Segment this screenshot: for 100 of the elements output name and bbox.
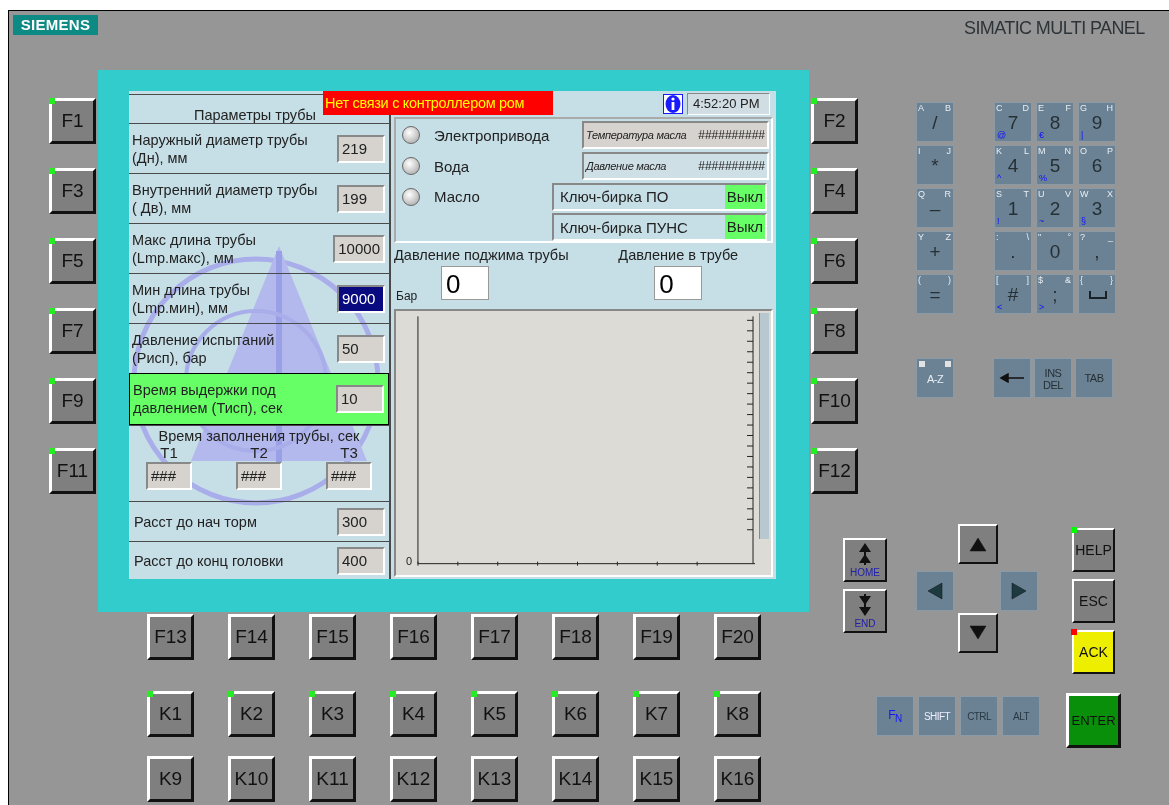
soft-key[interactable]: K3	[309, 691, 356, 737]
keypad-key[interactable]: O P 6	[1078, 145, 1116, 185]
function-key[interactable]: F8	[811, 308, 858, 354]
field-label: T3	[340, 444, 358, 462]
keypad-key[interactable]: ? _ ,	[1078, 231, 1116, 271]
keypad-key[interactable]: I J *	[916, 145, 954, 185]
space-key[interactable]: { }	[1078, 274, 1116, 314]
soft-key[interactable]: K9	[147, 756, 194, 802]
pressure-label: Давление поджима трубы	[394, 247, 569, 263]
readout-label: Давление масла	[586, 159, 667, 174]
keypad-key[interactable]: U V 2 ~	[1036, 188, 1074, 228]
input-field[interactable]: ###	[236, 462, 282, 490]
keypad-key[interactable]: K L 4 ^	[994, 145, 1032, 185]
function-key[interactable]: ESC	[1072, 579, 1115, 623]
function-key[interactable]: F12	[811, 448, 858, 494]
function-key[interactable]: F16	[390, 614, 437, 660]
clock-display: 4:52:20 PM	[687, 93, 770, 115]
case-key[interactable]: A-Z	[916, 358, 954, 398]
double-down-arrow-icon	[858, 593, 872, 618]
function-key[interactable]: F17	[471, 614, 518, 660]
keypad-key[interactable]: INS DEL	[1034, 358, 1072, 398]
function-key[interactable]: F15	[309, 614, 356, 660]
keypad-key[interactable]: TAB	[1075, 358, 1113, 398]
keypad-key[interactable]: A B /	[916, 102, 954, 142]
input-field[interactable]: 400	[337, 546, 385, 575]
input-field[interactable]: ###	[146, 462, 192, 490]
home-key[interactable]: HOME	[843, 538, 887, 582]
parameter-label: Расст до нач торм	[134, 512, 257, 531]
lamp-label: Электропривода	[434, 126, 550, 144]
end-key[interactable]: END	[843, 589, 887, 633]
keypad-key[interactable]: : \ .	[994, 231, 1032, 271]
function-key[interactable]: F20	[714, 614, 761, 660]
function-key[interactable]: F6	[811, 238, 858, 284]
function-key[interactable]: F7	[49, 308, 96, 354]
input-field[interactable]: 9000	[337, 284, 385, 313]
input-field[interactable]: ###	[326, 462, 372, 490]
keypad-key[interactable]: W X 3 §	[1078, 188, 1116, 228]
unit-label: Бар	[396, 289, 418, 303]
pressure-label: Давление в трубе	[618, 247, 739, 263]
function-key[interactable]: F1	[49, 98, 96, 144]
parameter-label: Макс длина трубы (Lmp.макс), мм	[132, 230, 256, 267]
modifier-key[interactable]: CTRL	[960, 696, 998, 736]
function-key[interactable]: F10	[811, 378, 858, 424]
keypad-key[interactable]: M N 5 %	[1036, 145, 1074, 185]
keypad-key[interactable]: ( ) =	[916, 274, 954, 314]
soft-key[interactable]: K2	[228, 691, 275, 737]
soft-key[interactable]: K7	[633, 691, 680, 737]
parameter-label: Давление испытаний (Рисп), бар	[132, 330, 275, 367]
function-key[interactable]: F5	[49, 238, 96, 284]
soft-key[interactable]: K8	[714, 691, 761, 737]
modifier-key[interactable]: SHIFT	[918, 696, 956, 736]
soft-key[interactable]: K5	[471, 691, 518, 737]
enter-key[interactable]: ENTER	[1066, 693, 1121, 748]
keypad-key[interactable]: C D 7 @	[994, 102, 1032, 142]
soft-key[interactable]: K6	[552, 691, 599, 737]
function-key[interactable]: ACK	[1072, 630, 1115, 674]
function-key[interactable]: F3	[49, 168, 96, 214]
function-key[interactable]: F18	[552, 614, 599, 660]
function-key[interactable]: F9	[49, 378, 96, 424]
keypad-key[interactable]: E F 8 €	[1036, 102, 1074, 142]
input-field[interactable]: 50	[337, 334, 385, 363]
soft-key[interactable]: K11	[309, 756, 356, 802]
function-key[interactable]: F14	[228, 614, 275, 660]
function-key[interactable]: F13	[147, 614, 194, 660]
keypad-key[interactable]: G H 9 |	[1078, 102, 1116, 142]
modifier-key[interactable]: ALT	[1002, 696, 1040, 736]
function-key[interactable]: F11	[49, 448, 96, 494]
soft-key[interactable]: K16	[714, 756, 761, 802]
backspace-key[interactable]	[993, 358, 1031, 398]
soft-key[interactable]: K1	[147, 691, 194, 737]
keypad-key[interactable]: [ ] # <	[994, 274, 1032, 314]
parameter-label: Время выдержки под давлением (Тисп), сек	[133, 381, 283, 417]
triangle-up-icon	[969, 535, 987, 553]
function-key[interactable]: F2	[811, 98, 858, 144]
soft-key[interactable]: K12	[390, 756, 437, 802]
input-field[interactable]: 10	[336, 385, 384, 413]
keypad-key[interactable]: $ & ; >	[1036, 274, 1074, 314]
function-key[interactable]: F4	[811, 168, 858, 214]
brand-logo: SIEMENS	[13, 15, 98, 35]
keypad-key[interactable]: " ° 0	[1036, 231, 1074, 271]
scrollbar[interactable]	[759, 313, 769, 539]
input-field[interactable]: 219	[337, 134, 385, 163]
keypad-key[interactable]: Q R –	[916, 188, 954, 228]
parameter-label: Внутренний диаметр трубы ( Дв), мм	[132, 180, 318, 217]
soft-key[interactable]: K4	[390, 691, 437, 737]
soft-key[interactable]: K14	[552, 756, 599, 802]
keypad-key[interactable]: S T 1 !	[994, 188, 1032, 228]
field-label: T2	[250, 444, 268, 462]
readout-value: ##########	[698, 127, 765, 144]
function-key[interactable]: HELP	[1072, 528, 1115, 572]
soft-key[interactable]: K13	[471, 756, 518, 802]
soft-key[interactable]: K10	[228, 756, 275, 802]
input-field[interactable]: 10000	[333, 234, 385, 263]
section-title: Параметры трубы	[194, 107, 317, 123]
function-key[interactable]: F19	[633, 614, 680, 660]
soft-key[interactable]: K15	[633, 756, 680, 802]
input-field[interactable]: 199	[337, 184, 385, 213]
keypad-key[interactable]: Y Z +	[916, 231, 954, 271]
info-icon	[663, 94, 683, 114]
input-field[interactable]: 300	[337, 507, 385, 536]
